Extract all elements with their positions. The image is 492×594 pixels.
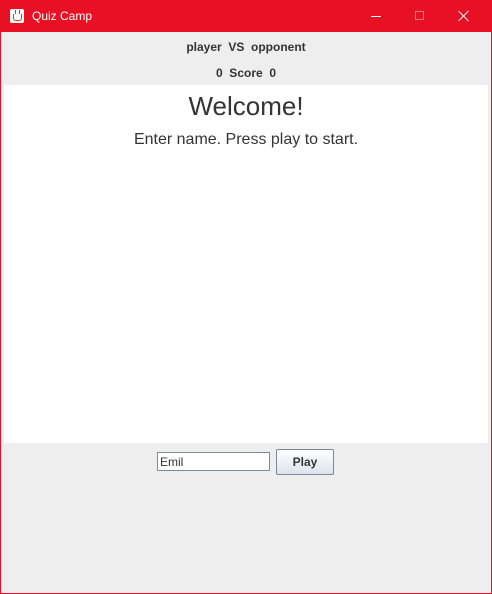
close-button[interactable]	[441, 1, 487, 32]
instruction-text: Enter name. Press play to start.	[133, 131, 359, 148]
window-title: Quiz Camp	[32, 9, 93, 23]
maximize-button[interactable]	[397, 1, 443, 32]
close-icon	[458, 10, 470, 22]
welcome-heading: Welcome!	[188, 91, 304, 121]
java-cup-icon	[10, 9, 24, 23]
play-button[interactable]: Play	[276, 449, 334, 475]
input-panel: Play	[4, 443, 488, 592]
app-window: Quiz Camp player VS opponent 0 Score 0 W…	[0, 0, 492, 594]
maximize-icon	[415, 11, 424, 20]
minimize-button[interactable]	[353, 1, 399, 32]
minimize-icon	[371, 16, 381, 17]
main-panel: Welcome! Enter name. Press play to start…	[4, 85, 488, 443]
name-input[interactable]	[157, 452, 270, 471]
scoreboard-header: player VS opponent 0 Score 0	[4, 32, 488, 85]
players-versus-label: player VS opponent	[186, 40, 306, 54]
score-label: 0 Score 0	[215, 66, 277, 80]
title-bar[interactable]: Quiz Camp	[1, 1, 491, 32]
